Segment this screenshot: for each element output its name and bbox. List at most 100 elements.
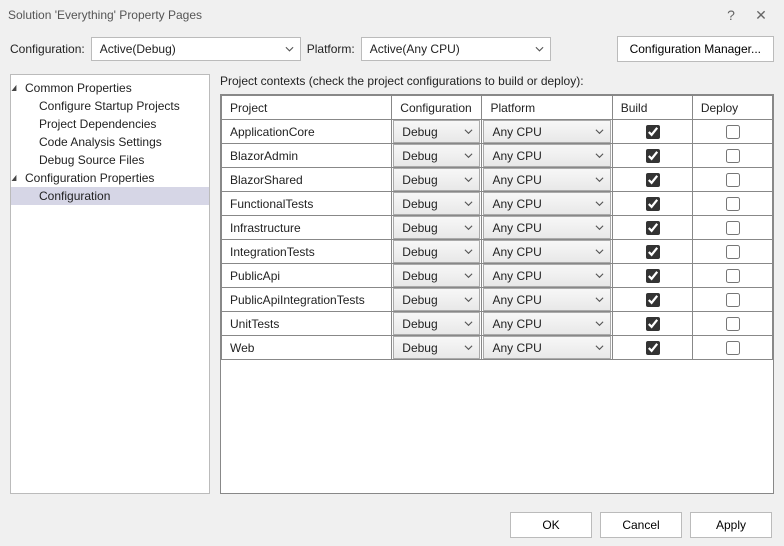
- tree-item-configuration[interactable]: Configuration: [11, 187, 209, 205]
- cell-deploy: [692, 120, 772, 144]
- build-checkbox[interactable]: [646, 125, 660, 139]
- cell-deploy: [692, 264, 772, 288]
- col-config[interactable]: Configuration: [392, 96, 482, 120]
- build-checkbox[interactable]: [646, 269, 660, 283]
- col-deploy[interactable]: Deploy: [692, 96, 772, 120]
- cell-config: Debug: [392, 192, 482, 216]
- main-panel: Project contexts (check the project conf…: [220, 74, 774, 494]
- cell-config: Debug: [392, 240, 482, 264]
- chevron-down-icon: [464, 271, 473, 280]
- cell-deploy: [692, 216, 772, 240]
- apply-button[interactable]: Apply: [690, 512, 772, 538]
- cell-build: [612, 312, 692, 336]
- platform-value: Any CPU: [492, 173, 541, 187]
- tree-group-common[interactable]: Common Properties: [11, 79, 209, 97]
- platform-dropdown[interactable]: Any CPU: [483, 144, 610, 167]
- platform-dropdown[interactable]: Any CPU: [483, 336, 610, 359]
- chevron-down-icon: [285, 45, 294, 54]
- build-checkbox[interactable]: [646, 149, 660, 163]
- config-dropdown[interactable]: Debug: [393, 192, 480, 215]
- col-build[interactable]: Build: [612, 96, 692, 120]
- deploy-checkbox[interactable]: [726, 173, 740, 187]
- cancel-button[interactable]: Cancel: [600, 512, 682, 538]
- config-dropdown[interactable]: Debug: [393, 120, 480, 143]
- help-button[interactable]: ?: [716, 7, 746, 23]
- platform-dropdown[interactable]: Any CPU: [483, 168, 610, 191]
- cell-deploy: [692, 288, 772, 312]
- config-value: Debug: [402, 173, 437, 187]
- deploy-checkbox[interactable]: [726, 125, 740, 139]
- cell-project: BlazorAdmin: [222, 144, 392, 168]
- config-dropdown[interactable]: Debug: [393, 240, 480, 263]
- cell-config: Debug: [392, 144, 482, 168]
- deploy-checkbox[interactable]: [726, 245, 740, 259]
- configuration-label: Configuration:: [10, 42, 85, 56]
- cell-deploy: [692, 168, 772, 192]
- ok-button[interactable]: OK: [510, 512, 592, 538]
- platform-dropdown[interactable]: Any CPU: [483, 312, 610, 335]
- chevron-down-icon: [464, 127, 473, 136]
- chevron-down-icon: [595, 247, 604, 256]
- platform-dropdown[interactable]: Any CPU: [483, 264, 610, 287]
- platform-dropdown[interactable]: Active(Any CPU): [361, 37, 551, 61]
- dialog-footer: OK Cancel Apply: [0, 504, 784, 546]
- tree-item-startup[interactable]: Configure Startup Projects: [11, 97, 209, 115]
- build-checkbox[interactable]: [646, 173, 660, 187]
- deploy-checkbox[interactable]: [726, 269, 740, 283]
- table-row: UnitTestsDebugAny CPU: [222, 312, 773, 336]
- cell-platform: Any CPU: [482, 336, 612, 360]
- build-checkbox[interactable]: [646, 221, 660, 235]
- platform-value: Any CPU: [492, 221, 541, 235]
- platform-value: Any CPU: [492, 293, 541, 307]
- deploy-checkbox[interactable]: [726, 197, 740, 211]
- config-dropdown[interactable]: Debug: [393, 336, 480, 359]
- tree-item-codeanalysis[interactable]: Code Analysis Settings: [11, 133, 209, 151]
- tree-item-dependencies[interactable]: Project Dependencies: [11, 115, 209, 133]
- deploy-checkbox[interactable]: [726, 149, 740, 163]
- col-project[interactable]: Project: [222, 96, 392, 120]
- config-dropdown[interactable]: Debug: [393, 168, 480, 191]
- chevron-down-icon: [464, 343, 473, 352]
- chevron-down-icon: [464, 199, 473, 208]
- cell-project: FunctionalTests: [222, 192, 392, 216]
- cell-build: [612, 144, 692, 168]
- configuration-dropdown[interactable]: Active(Debug): [91, 37, 301, 61]
- config-dropdown[interactable]: Debug: [393, 312, 480, 335]
- platform-dropdown[interactable]: Any CPU: [483, 240, 610, 263]
- platform-dropdown[interactable]: Any CPU: [483, 192, 610, 215]
- nav-tree[interactable]: Common Properties Configure Startup Proj…: [10, 74, 210, 494]
- deploy-checkbox[interactable]: [726, 221, 740, 235]
- build-checkbox[interactable]: [646, 245, 660, 259]
- config-dropdown[interactable]: Debug: [393, 288, 480, 311]
- cell-build: [612, 240, 692, 264]
- col-platform[interactable]: Platform: [482, 96, 612, 120]
- cell-platform: Any CPU: [482, 312, 612, 336]
- cell-build: [612, 168, 692, 192]
- table-row: InfrastructureDebugAny CPU: [222, 216, 773, 240]
- config-dropdown[interactable]: Debug: [393, 264, 480, 287]
- build-checkbox[interactable]: [646, 317, 660, 331]
- chevron-down-icon: [464, 151, 473, 160]
- platform-dropdown[interactable]: Any CPU: [483, 120, 610, 143]
- tree-item-debugsource[interactable]: Debug Source Files: [11, 151, 209, 169]
- build-checkbox[interactable]: [646, 197, 660, 211]
- chevron-down-icon: [595, 175, 604, 184]
- platform-label: Platform:: [307, 42, 355, 56]
- platform-dropdown[interactable]: Any CPU: [483, 216, 610, 239]
- platform-value: Any CPU: [492, 317, 541, 331]
- cell-project: PublicApiIntegrationTests: [222, 288, 392, 312]
- build-checkbox[interactable]: [646, 341, 660, 355]
- config-value: Debug: [402, 125, 437, 139]
- deploy-checkbox[interactable]: [726, 341, 740, 355]
- config-dropdown[interactable]: Debug: [393, 216, 480, 239]
- close-button[interactable]: ✕: [746, 7, 776, 24]
- cell-config: Debug: [392, 120, 482, 144]
- build-checkbox[interactable]: [646, 293, 660, 307]
- deploy-checkbox[interactable]: [726, 317, 740, 331]
- config-bar: Configuration: Active(Debug) Platform: A…: [0, 30, 784, 74]
- deploy-checkbox[interactable]: [726, 293, 740, 307]
- platform-dropdown[interactable]: Any CPU: [483, 288, 610, 311]
- config-dropdown[interactable]: Debug: [393, 144, 480, 167]
- tree-group-configprops[interactable]: Configuration Properties: [11, 169, 209, 187]
- configuration-manager-button[interactable]: Configuration Manager...: [617, 36, 774, 62]
